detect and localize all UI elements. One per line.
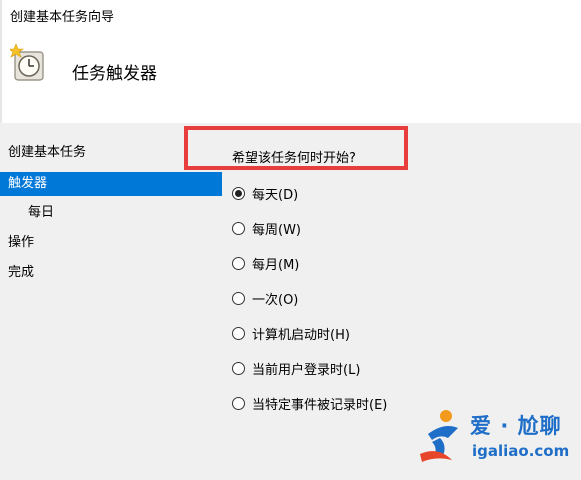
wizard-header: 创建基本任务向导 任务触发器 <box>0 0 581 123</box>
window-title: 创建基本任务向导 <box>10 10 115 25</box>
page-title: 任务触发器 <box>72 64 157 84</box>
watermark-name-part2: 尬聊 <box>517 414 562 438</box>
nav-item-create-basic-task[interactable]: 创建基本任务 <box>0 141 222 165</box>
option-label: 当特定事件被记录时(E) <box>252 397 388 413</box>
nav-item-finish[interactable]: 完成 <box>0 261 222 285</box>
nav-item-daily[interactable]: 每日 <box>0 201 222 225</box>
option-computer-startup[interactable]: 计算机启动时(H) <box>232 323 350 343</box>
watermark-url: igaliao.com <box>472 442 570 460</box>
radio-button[interactable] <box>232 361 245 375</box>
watermark-name-part1: 爱 <box>470 414 492 438</box>
option-label: 一次(O) <box>252 292 299 308</box>
nav-item-action[interactable]: 操作 <box>0 231 222 255</box>
site-watermark: 爱 · 尬聊 igaliao.com <box>418 402 578 474</box>
option-label: 当前用户登录时(L) <box>252 362 361 378</box>
nav-item-trigger[interactable]: 触发器 <box>0 172 222 196</box>
option-label: 每天(D) <box>252 187 299 203</box>
option-event-logged[interactable]: 当特定事件被记录时(E) <box>232 393 387 413</box>
window-edge <box>0 0 2 123</box>
wizard-steps-nav: 创建基本任务 触发器 每日 操作 完成 <box>0 123 222 480</box>
option-user-logon[interactable]: 当前用户登录时(L) <box>232 358 360 378</box>
radio-button[interactable] <box>232 186 245 200</box>
option-weekly[interactable]: 每周(W) <box>232 218 301 238</box>
option-label: 每周(W) <box>252 222 301 238</box>
option-label: 计算机启动时(H) <box>252 327 350 343</box>
option-label: 每月(M) <box>252 257 300 273</box>
radio-button[interactable] <box>232 256 245 270</box>
radio-button[interactable] <box>232 396 245 410</box>
option-daily[interactable]: 每天(D) <box>232 183 298 203</box>
radio-button[interactable] <box>232 221 245 235</box>
option-monthly[interactable]: 每月(M) <box>232 253 299 273</box>
radio-button[interactable] <box>232 326 245 340</box>
trigger-question: 希望该任务何时开始? <box>232 151 356 166</box>
watermark-name: 爱 · 尬聊 <box>470 410 562 440</box>
option-once[interactable]: 一次(O) <box>232 288 298 308</box>
radio-button[interactable] <box>232 291 245 305</box>
watermark-separator: · <box>500 414 510 438</box>
scheduled-task-clock-icon <box>10 44 44 81</box>
running-figure-logo-icon <box>420 410 458 462</box>
